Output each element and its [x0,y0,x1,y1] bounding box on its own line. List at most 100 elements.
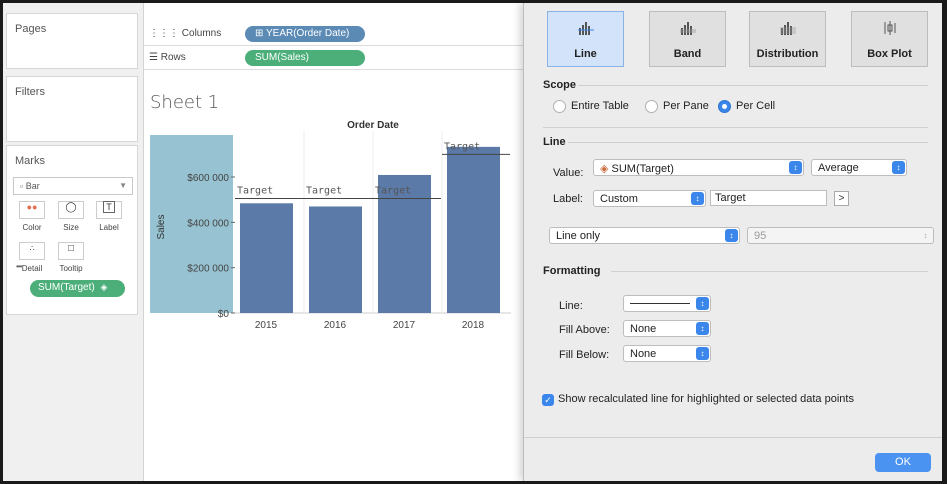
box-plot-icon [852,20,927,41]
sheet-title: Sheet 1 [150,92,220,113]
formatting-title: Formatting [543,265,601,277]
target-field-pill[interactable]: SUM(Target) ◈ [30,280,125,297]
recalc-label: Show recalculated line for highlighted o… [558,393,854,405]
x-tick-label: 2016 [324,320,347,331]
recalc-checkbox[interactable]: ✓ [542,394,554,406]
scope-per-pane-radio[interactable] [645,100,658,113]
ok-button[interactable]: OK [875,453,931,472]
y-tick-label: $0 [218,309,230,320]
mark-type-select[interactable]: ▫ Bar ▼ [13,177,133,195]
stepper-icon: ↕ [696,347,709,360]
stepper-icon: ↕ [696,322,709,335]
line-type-label: Line [574,48,597,60]
columns-label: ⋮⋮⋮ Columns [149,28,222,39]
percent-text: 95 [754,230,767,242]
bar-chart-icon: ▫ [20,181,24,191]
bar-2015 [240,203,293,313]
scope-entire-table-radio[interactable] [553,100,566,113]
x-tick-label: 2015 [255,320,278,331]
band-type-button[interactable]: Band [649,11,726,67]
calc-field-icon: ◈ [100,282,108,292]
target-pill-label: SUM(Target) [38,282,95,293]
reference-line-label: Target [375,186,411,197]
bar-chart: Sales $0 $200 000 $400 000 $600 000 2015 2016 2… [150,131,511,331]
detail-button[interactable]: ∴ [19,242,45,260]
value-label: Value: [553,167,584,179]
scope-per-cell-radio[interactable] [718,100,731,113]
stepper-icon: ↕ [892,161,905,174]
marks-card: Marks ▫ Bar ▼ ●● Color ◯ Size T Label ∴ [6,145,138,315]
label-mode-select[interactable]: Custom ↕ [593,190,706,207]
bar-2016 [309,206,362,313]
stepper-icon: ↕ [691,192,704,205]
text-label-icon: T [103,201,115,213]
distribution-type-button[interactable]: Distribution [749,11,826,67]
left-panel: Pages Filters Marks ▫ Bar ▼ ●● Color ◯ S… [3,3,144,481]
line-format-select[interactable]: ↕ [623,295,711,312]
value-field-text: SUM(Target) [611,163,674,175]
stepper-icon: ↕ [696,297,709,310]
pages-card[interactable]: Pages [6,13,138,69]
y-tick-label: $200 000 [187,264,229,275]
size-button[interactable]: ◯ [58,201,84,219]
detail-dots-icon: ••• [16,262,22,271]
aggregation-select[interactable]: Average ↕ [811,159,907,176]
aggregation-text: Average [818,162,859,174]
line-chart-icon [548,20,623,41]
scope-per-cell-label: Per Cell [736,100,776,112]
footer-divider [524,437,942,438]
distribution-type-label: Distribution [756,48,819,60]
rows-shelf[interactable]: ☰ Rows SUM(Sales) [144,47,529,70]
column-header: Order Date [347,120,399,131]
tableau-window: Pages Filters Marks ▫ Bar ▼ ●● Color ◯ S… [3,3,942,481]
line-divider [568,142,928,143]
band-type-label: Band [673,48,702,60]
detail-icon: ∴ [29,244,35,253]
box-plot-type-label: Box Plot [867,48,912,60]
label-label: Label [99,223,119,232]
scope-bottom-divider [543,127,928,128]
reference-line-label: Target [237,186,273,197]
pages-title: Pages [15,23,47,35]
line-type-button[interactable]: Line [547,11,624,67]
value-field-select[interactable]: ◈ SUM(Target) ↕ [593,159,804,176]
label-text-input[interactable]: Target [710,190,827,206]
box-plot-type-button[interactable]: Box Plot [851,11,928,67]
distribution-chart-icon [750,20,825,41]
y-tick-label: $400 000 [187,218,229,229]
reference-line-dialog: Line Band Distribution Box Plot Scope En… [523,3,942,481]
fill-below-select[interactable]: None ↕ [623,345,711,362]
tooltip-button[interactable]: □ [58,242,84,260]
label-mode-text: Custom [600,193,638,205]
calc-field-icon: ◈ [600,163,609,175]
stepper-icon: ↕ [789,161,802,174]
fill-above-select[interactable]: None ↕ [623,320,711,337]
columns-pill-label: YEAR(Order Date) [266,28,350,39]
sum-sales-pill[interactable]: SUM(Sales) [245,50,365,66]
x-tick-label: 2018 [462,320,485,331]
color-icon: ●● [26,202,38,212]
tooltip-label: Tooltip [59,264,83,273]
scope-entire-table-label: Entire Table [571,100,629,112]
line-section-title: Line [543,136,566,148]
mark-type-value: Bar [25,181,40,191]
year-order-date-pill[interactable]: ⊞ YEAR(Order Date) [245,26,365,42]
columns-icon: ⋮⋮⋮ [149,28,179,39]
label-button[interactable]: T [96,201,122,219]
marks-title: Marks [15,155,45,167]
band-chart-icon [650,20,725,41]
line-mode-select[interactable]: Line only ↕ [549,227,740,244]
size-label: Size [63,223,79,232]
insert-button[interactable]: > [834,191,849,206]
reference-line-label: Target [306,186,342,197]
stepper-icon: ↕ [725,229,738,242]
fill-above-label: Fill Above: [559,324,610,336]
fill-above-text: None [630,323,657,335]
formatting-divider [611,271,928,272]
reference-line-label: Target [444,141,480,152]
color-button[interactable]: ●● [19,201,45,219]
plus-box-icon: ⊞ [255,28,264,39]
columns-shelf[interactable]: ⋮⋮⋮ Columns ⊞ YEAR(Order Date) [144,23,529,46]
fill-below-label: Fill Below: [559,349,610,361]
filters-card[interactable]: Filters [6,76,138,142]
